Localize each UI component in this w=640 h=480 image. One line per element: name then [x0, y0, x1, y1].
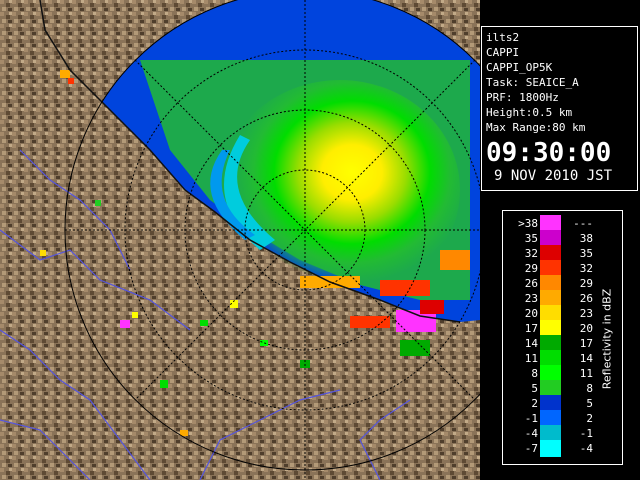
echo-core [220, 80, 460, 300]
product-name: CAPPI_OP5K [486, 61, 553, 74]
station-name: ilts2 [486, 31, 520, 44]
radar-scan-area [0, 0, 480, 480]
color-legend: Reflectivity in dBZ >38 --- 35 38 32 35 29 32 26… [502, 210, 623, 465]
prf-value: PRF: 1800Hz [486, 91, 559, 104]
product-type: CAPPI [486, 46, 520, 59]
task-name: Task: SEAICE_A [486, 76, 579, 89]
legend-high: -4 [579, 442, 593, 455]
observation-date: 9 NOV 2010 JST [494, 168, 613, 184]
legend-row: -7 -4 [503, 440, 603, 457]
height-value: Height:0.5 km [486, 106, 573, 119]
info-panel: ilts2 CAPPI CAPPI_OP5K Task: SEAICE_A PR… [481, 26, 638, 191]
observation-time: 09:30:00 [486, 138, 612, 168]
legend-low: -7 [524, 442, 538, 455]
radar-map [0, 0, 480, 480]
max-range: Max Range:80 km [486, 121, 586, 134]
legend-swatch [540, 440, 561, 457]
